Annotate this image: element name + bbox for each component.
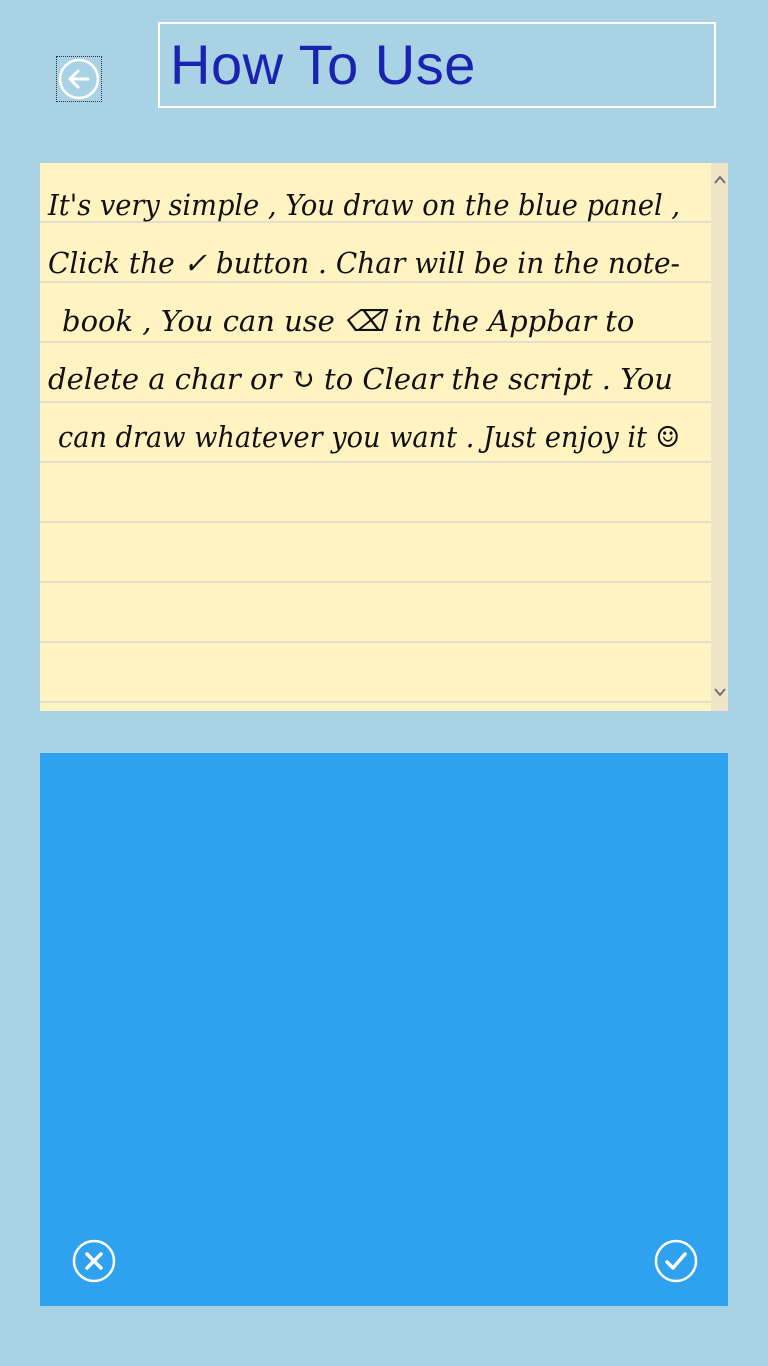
back-arrow-icon <box>58 58 100 100</box>
close-circle-icon <box>72 1239 116 1283</box>
back-button[interactable] <box>56 56 102 102</box>
title-box: How To Use <box>158 22 716 108</box>
note-line-4: delete a char or ↻ to Clear the script .… <box>48 362 673 396</box>
handwritten-instructions: It's very simple , You draw on the blue … <box>47 188 680 454</box>
notebook-scrollbar[interactable] <box>711 163 728 711</box>
notebook-panel[interactable]: It's very simple , You draw on the blue … <box>40 163 728 711</box>
chevron-up-icon <box>713 175 726 184</box>
check-circle-icon <box>654 1239 698 1283</box>
scroll-down-button[interactable] <box>711 683 728 701</box>
drawing-canvas[interactable] <box>40 753 728 1306</box>
scroll-up-button[interactable] <box>711 171 728 189</box>
note-line-5: can draw whatever you want . Just enjoy … <box>58 420 680 454</box>
note-line-1: It's very simple , You draw on the blue … <box>47 188 680 222</box>
page-title: How To Use <box>170 33 476 96</box>
clear-button[interactable] <box>72 1239 116 1283</box>
note-line-3: book , You can use ⌫ in the Appbar to <box>62 304 634 338</box>
note-line-2: Click the ✓ button . Char will be in the… <box>48 246 680 280</box>
chevron-down-icon <box>713 688 726 697</box>
confirm-button[interactable] <box>654 1239 698 1283</box>
